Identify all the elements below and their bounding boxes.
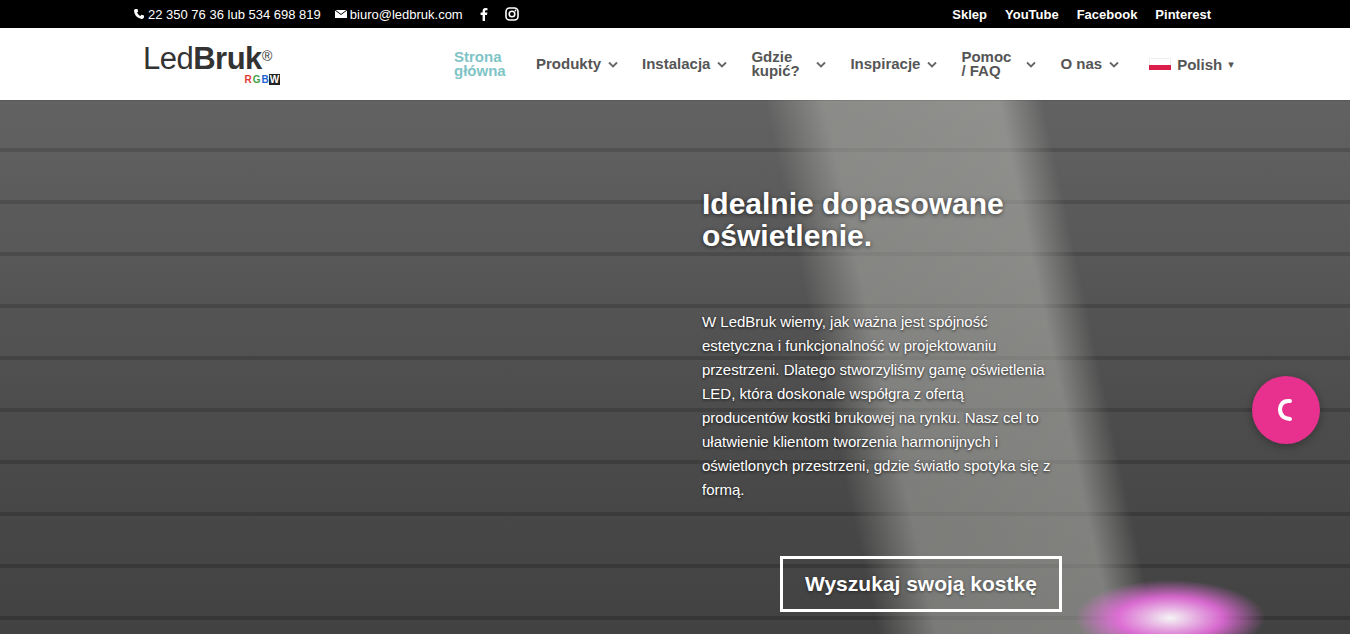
- hero-video: [0, 100, 1350, 634]
- chevron-down-icon: [1109, 61, 1119, 68]
- mail-icon: [335, 9, 347, 19]
- menu-item[interactable]: Gdzie kupić?: [751, 50, 826, 78]
- main-menu: Strona główna Produkty Instalacja Gdzie kup…: [454, 50, 1234, 78]
- logo-light: Led: [143, 41, 193, 76]
- logo-mark: ®: [262, 48, 272, 64]
- top-link[interactable]: Facebook: [1077, 7, 1138, 22]
- logo-letter: G: [252, 74, 261, 85]
- chevron-down-icon: [927, 61, 937, 68]
- top-link[interactable]: Pinterest: [1155, 7, 1211, 22]
- logo[interactable]: LedBruk®RGBW: [143, 44, 293, 85]
- logo-bold: Bruk: [193, 41, 262, 76]
- navigation-bar: LedBruk®RGBWStrona głównaProduktyInstala…: [0, 28, 1350, 100]
- menu-label[interactable]: Pomoc / FAQ: [961, 50, 1019, 78]
- contact-info: 22 350 76 36 lub 534 698 819 biuro@ledbru…: [133, 7, 519, 22]
- top-link[interactable]: Sklep: [952, 7, 987, 22]
- poland-flag-icon: [1149, 58, 1171, 70]
- top-bar: 22 350 76 36 lub 534 698 819 biuro@ledbru…: [0, 0, 1350, 28]
- hero-text: W LedBruk wiemy, jak ważna jest spójność…: [702, 310, 1052, 502]
- hero-heading: Idealnie dopasowane oświetlenie.: [702, 188, 1062, 252]
- language-switcher[interactable]: Polish ▾: [1149, 56, 1234, 73]
- logo-letter: W: [269, 74, 279, 85]
- logo-letter: R: [244, 74, 252, 85]
- chevron-down-icon: [816, 61, 826, 68]
- language-label[interactable]: Polish: [1177, 56, 1222, 73]
- chevron-down-icon: [1026, 61, 1036, 68]
- call-button[interactable]: [1252, 376, 1320, 444]
- phone-icon: [1271, 395, 1301, 425]
- email-address[interactable]: biuro@ledbruk.com: [350, 7, 463, 22]
- menu-item[interactable]: Instalacja: [642, 57, 727, 71]
- menu-item[interactable]: O nas: [1060, 57, 1119, 71]
- hero: Idealnie dopasowane oświetlenie. W LedBru…: [0, 100, 1350, 634]
- logo-sub: RGBW: [143, 74, 293, 85]
- menu-label[interactable]: Inspiracje: [850, 57, 920, 71]
- menu-label[interactable]: Strona główna: [454, 50, 512, 78]
- phone-icon: [133, 8, 145, 20]
- facebook-link[interactable]: [477, 7, 491, 21]
- email[interactable]: biuro@ledbruk.com: [335, 7, 463, 22]
- search-button[interactable]: Wyszukaj swoją kostkę: [780, 556, 1062, 612]
- chevron-down-icon: [717, 61, 727, 68]
- top-link[interactable]: YouTube: [1005, 7, 1059, 22]
- phone-number[interactable]: 22 350 76 36 lub 534 698 819: [148, 7, 321, 22]
- menu-item[interactable]: Pomoc / FAQ: [961, 50, 1036, 78]
- menu-label[interactable]: O nas: [1060, 57, 1102, 71]
- logo-wordmark: LedBruk®: [143, 44, 293, 74]
- language-caret[interactable]: ▾: [1228, 58, 1234, 71]
- instagram-link[interactable]: [505, 7, 519, 21]
- facebook-icon: [477, 7, 491, 21]
- instagram-icon: [505, 7, 519, 21]
- top-links: Sklep YouTube Facebook Pinterest: [952, 7, 1211, 22]
- menu-label[interactable]: Produkty: [536, 57, 601, 71]
- chevron-down-icon: [608, 61, 618, 68]
- phone[interactable]: 22 350 76 36 lub 534 698 819: [133, 7, 321, 22]
- logo-letter: B: [261, 74, 269, 85]
- menu-item[interactable]: Produkty: [536, 57, 618, 71]
- menu-item[interactable]: Strona główna: [454, 50, 512, 78]
- menu-item[interactable]: Inspiracje: [850, 57, 937, 71]
- hero-content: Idealnie dopasowane oświetlenie. W LedBru…: [0, 100, 1350, 612]
- menu-label[interactable]: Instalacja: [642, 57, 710, 71]
- menu-label[interactable]: Gdzie kupić?: [751, 50, 809, 78]
